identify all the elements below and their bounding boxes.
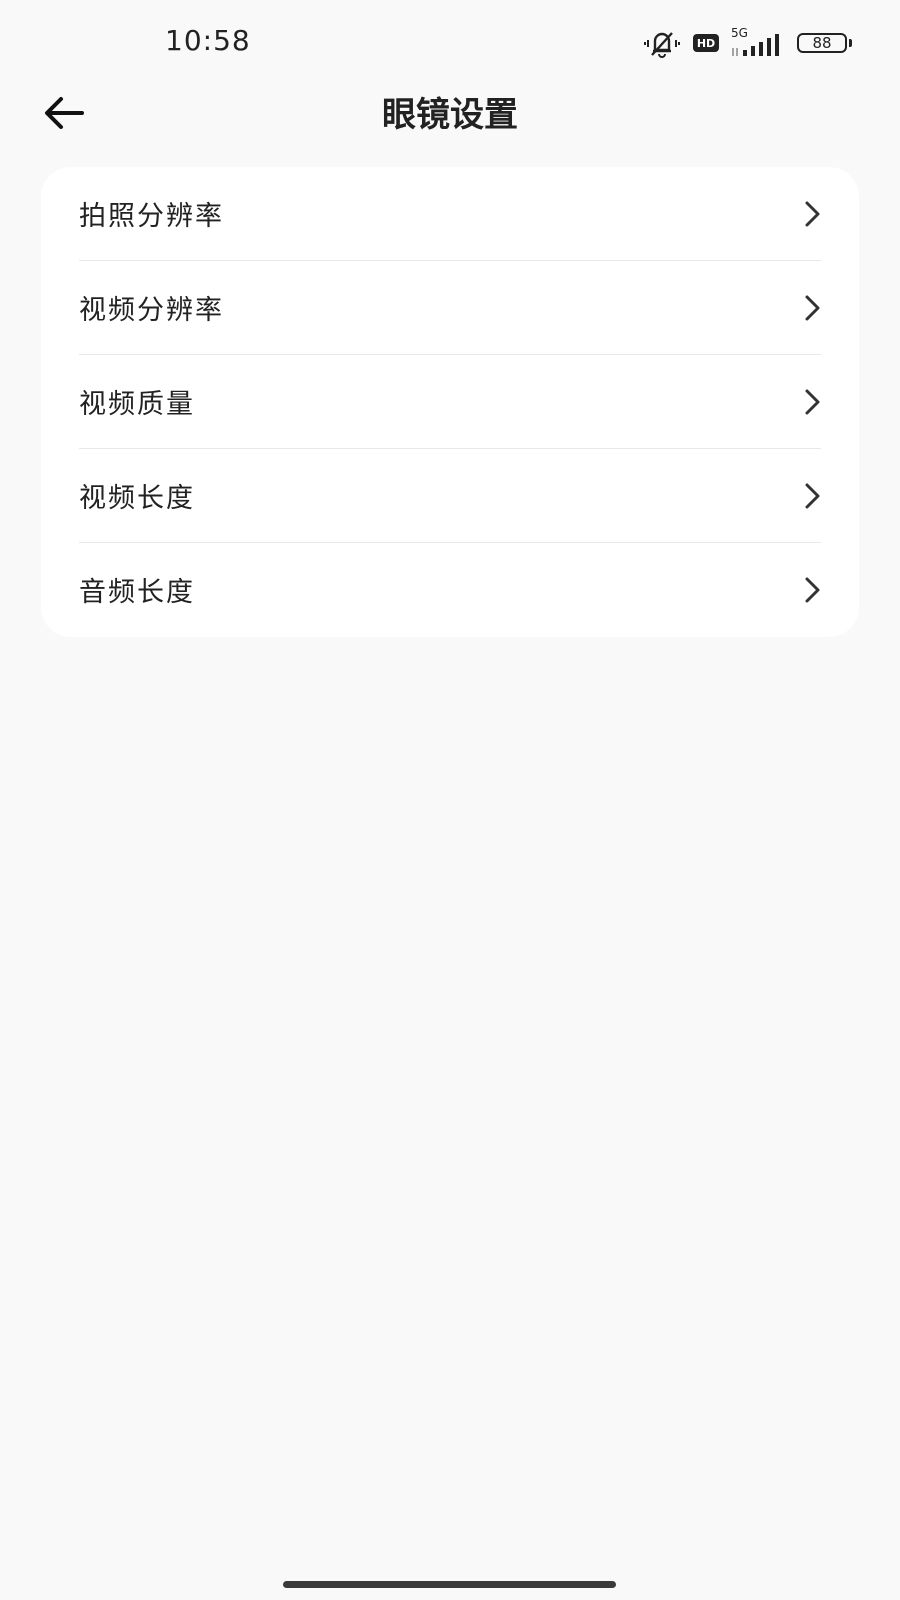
settings-item-label: 视频分辨率 — [79, 295, 224, 326]
app-header: 眼镜设置 — [0, 84, 900, 146]
settings-item-label: 拍照分辨率 — [79, 201, 224, 232]
battery-icon: 88 — [797, 33, 852, 53]
chevron-right-icon — [803, 576, 821, 604]
settings-item-video-resolution[interactable]: 视频分辨率 — [79, 261, 821, 354]
signal-5g-icon: 5G — [731, 26, 785, 58]
settings-item-video-quality[interactable]: 视频质量 — [79, 355, 821, 448]
settings-item-label: 视频质量 — [79, 389, 195, 420]
page-title: 眼镜设置 — [382, 95, 518, 135]
status-icons: HD 5G 88 — [643, 26, 852, 60]
status-time: 10:58 — [165, 24, 251, 57]
status-bar: 10:58 HD 5G 88 — [0, 0, 900, 84]
chevron-right-icon — [803, 200, 821, 228]
settings-item-audio-length[interactable]: 音频长度 — [79, 543, 821, 636]
vibrate-mute-icon — [643, 28, 681, 58]
settings-card: 拍照分辨率 视频分辨率 视频质量 视频长度 音频长度 — [41, 167, 859, 637]
chevron-right-icon — [803, 482, 821, 510]
battery-level: 88 — [812, 34, 832, 52]
chevron-right-icon — [803, 388, 821, 416]
hd-icon: HD — [693, 34, 719, 52]
home-indicator[interactable] — [283, 1581, 616, 1588]
settings-item-video-length[interactable]: 视频长度 — [79, 449, 821, 542]
chevron-right-icon — [803, 294, 821, 322]
settings-item-label: 视频长度 — [79, 483, 195, 514]
settings-item-photo-resolution[interactable]: 拍照分辨率 — [79, 167, 821, 260]
settings-item-label: 音频长度 — [79, 577, 195, 608]
